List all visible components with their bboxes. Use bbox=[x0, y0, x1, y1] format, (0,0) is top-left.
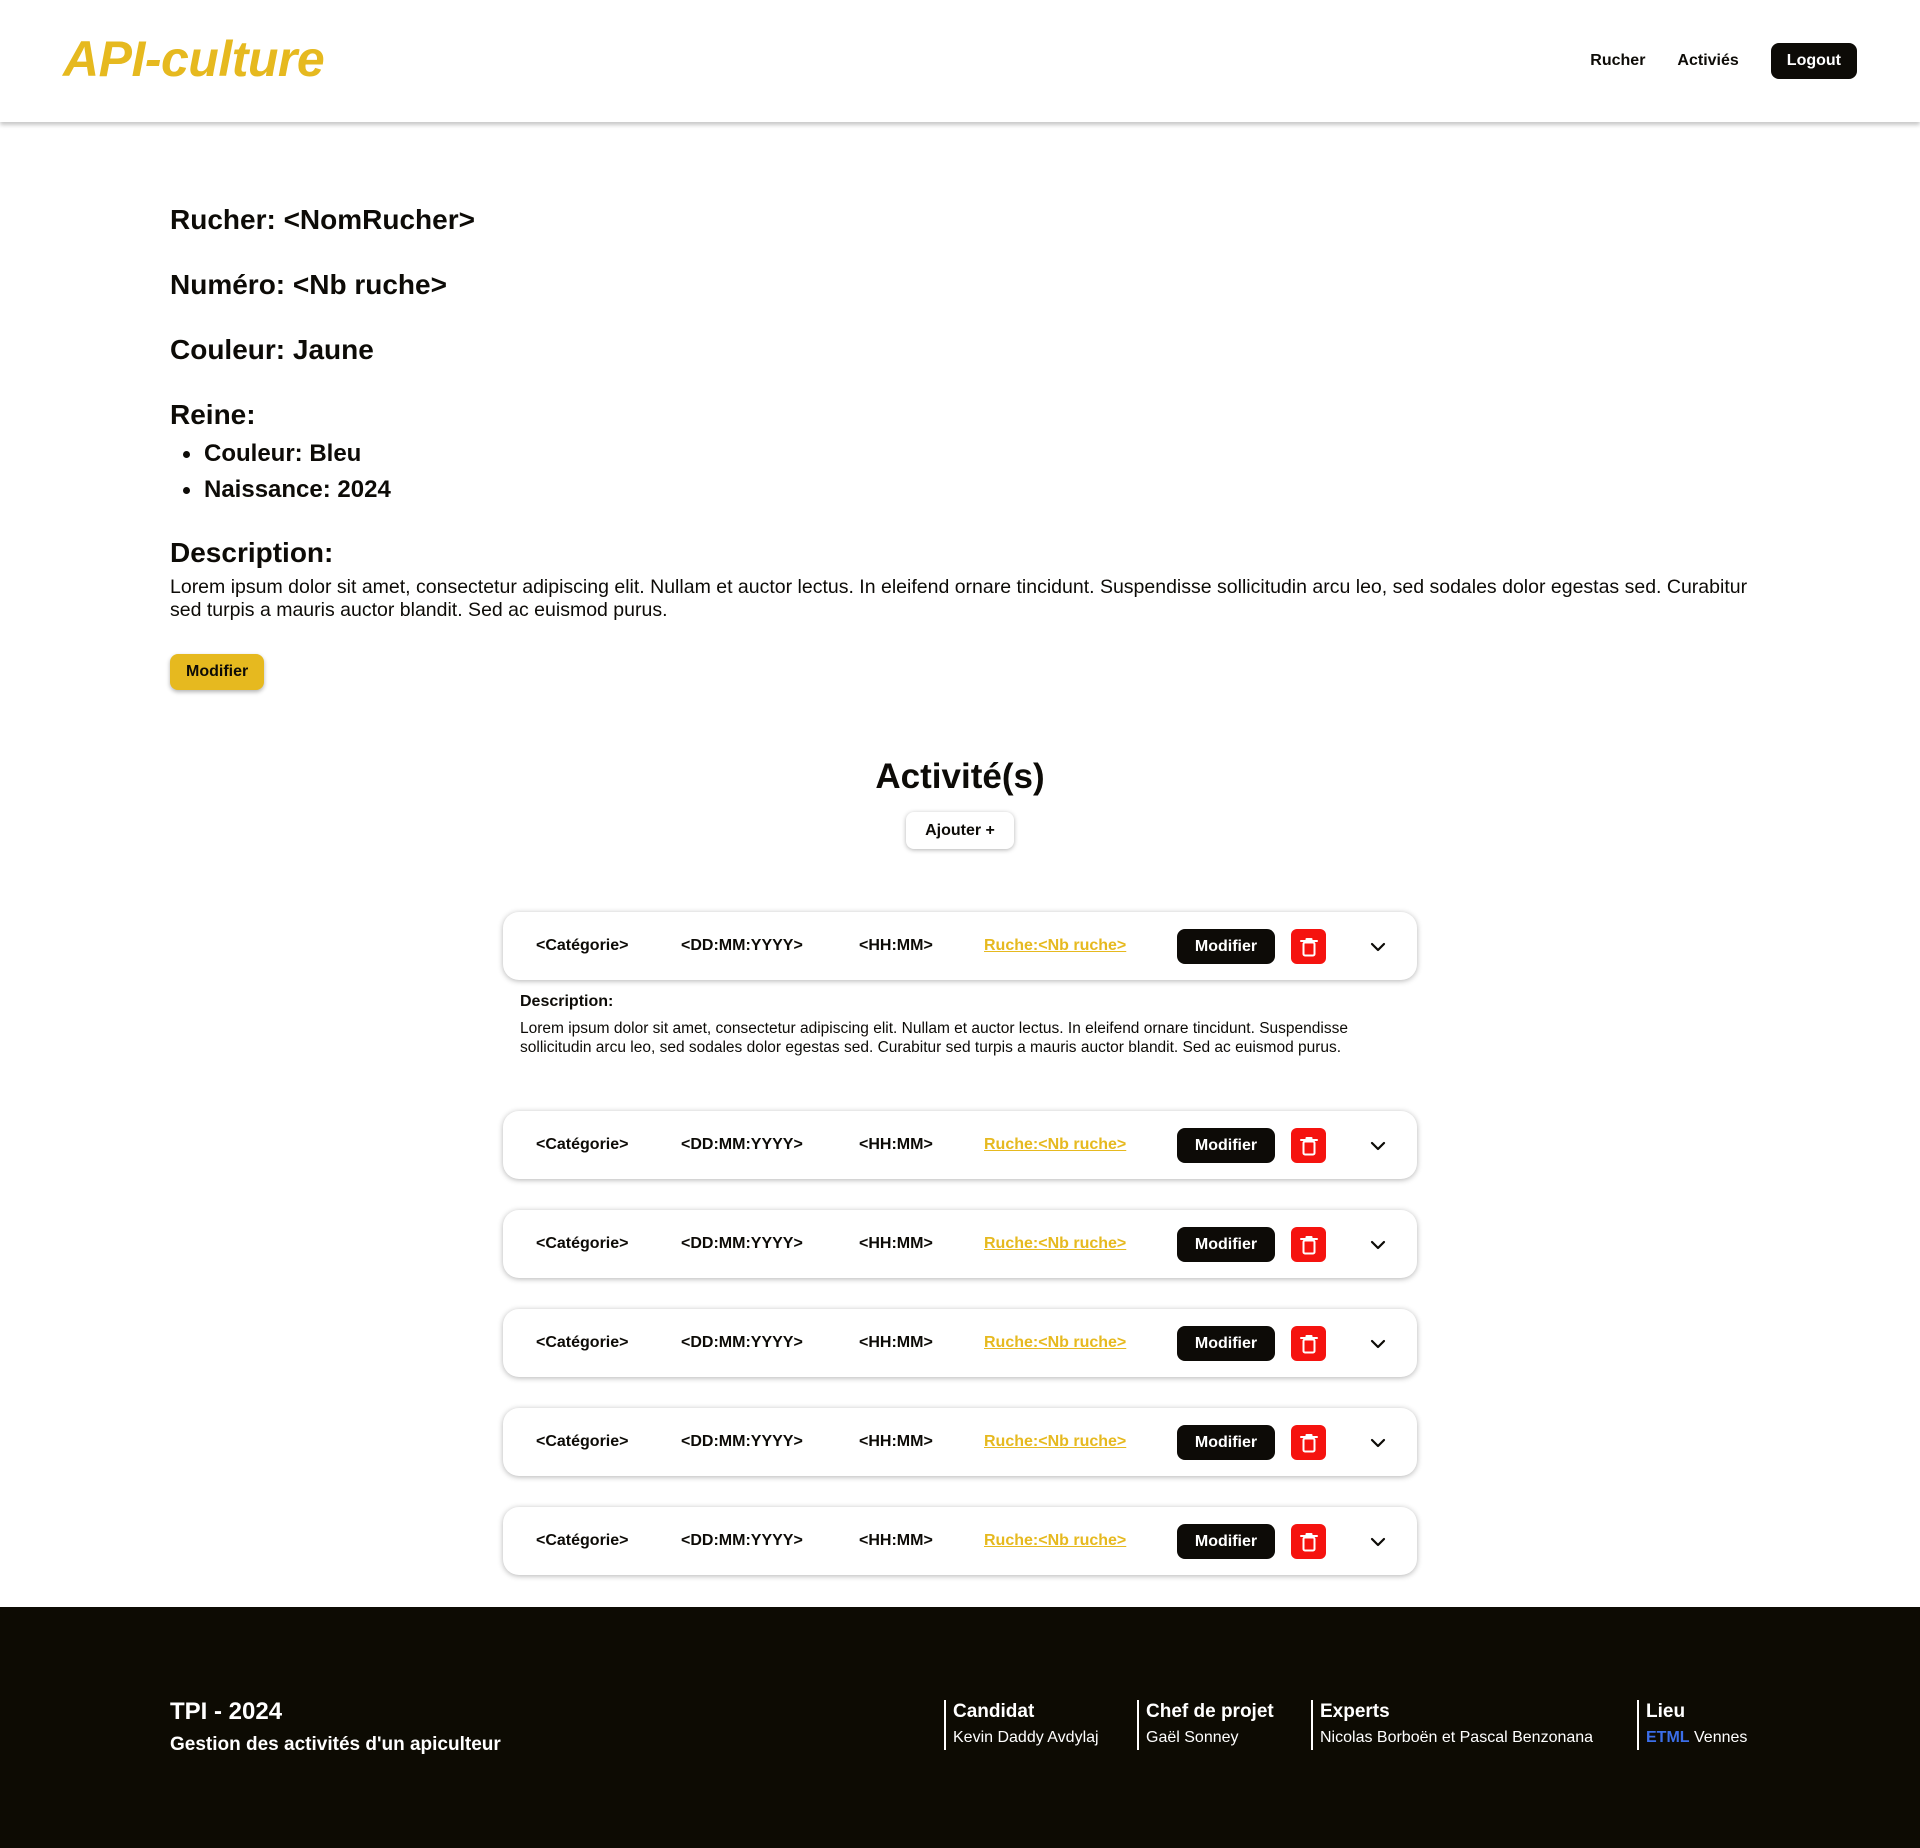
delete-activity-button[interactable] bbox=[1291, 1326, 1326, 1361]
footer-title: TPI - 2024 bbox=[170, 1698, 283, 1725]
main-nav: Rucher Activiés Logout bbox=[1590, 43, 1857, 79]
bullet-icon bbox=[183, 450, 190, 458]
trash-icon bbox=[1299, 1532, 1318, 1551]
footer-lieu: Lieu ETML Vennes bbox=[1637, 1700, 1747, 1750]
queen-title: Reine: bbox=[170, 399, 256, 430]
edit-hive-button[interactable]: Modifier bbox=[170, 654, 265, 690]
edit-activity-button[interactable]: Modifier bbox=[1177, 929, 1275, 964]
delete-activity-button[interactable] bbox=[1291, 1524, 1326, 1559]
hive-number: Numéro: <Nb ruche> bbox=[170, 269, 447, 300]
trash-icon bbox=[1299, 1235, 1318, 1254]
activity-category: <Catégorie> bbox=[536, 1433, 629, 1450]
edit-activity-button[interactable]: Modifier bbox=[1177, 1227, 1275, 1262]
trash-icon bbox=[1299, 1433, 1318, 1452]
chevron-down-icon[interactable] bbox=[1369, 1533, 1387, 1551]
queen-birth: Naissance: 2024 bbox=[183, 472, 1770, 508]
activities-title: Activité(s) bbox=[875, 757, 1045, 796]
edit-activity-button[interactable]: Modifier bbox=[1177, 1524, 1275, 1559]
queen-color: Couleur: Bleu bbox=[183, 436, 1770, 472]
activity-category: <Catégorie> bbox=[536, 937, 629, 954]
nav-activites[interactable]: Activiés bbox=[1677, 52, 1738, 70]
nav-rucher[interactable]: Rucher bbox=[1590, 52, 1645, 70]
activity-description: Description: Lorem ipsum dolor sit amet,… bbox=[520, 993, 1400, 1057]
edit-activity-button[interactable]: Modifier bbox=[1177, 1425, 1275, 1460]
delete-activity-button[interactable] bbox=[1291, 929, 1326, 964]
activity-date: <DD:MM:YYYY> bbox=[681, 937, 803, 954]
hive-description: Lorem ipsum dolor sit amet, consectetur … bbox=[170, 576, 1748, 621]
activity-category: <Catégorie> bbox=[536, 1334, 629, 1351]
chevron-down-icon[interactable] bbox=[1369, 1335, 1387, 1353]
activity-time: <HH:MM> bbox=[859, 1235, 933, 1252]
activity-card: <Catégorie> <DD:MM:YYYY> <HH:MM> Ruche:<Nb … bbox=[503, 1210, 1417, 1278]
activity-category: <Catégorie> bbox=[536, 1235, 629, 1252]
logo[interactable]: API-culture bbox=[63, 30, 325, 88]
footer: TPI - 2024 Gestion des activités d'un ap… bbox=[0, 1607, 1920, 1848]
delete-activity-button[interactable] bbox=[1291, 1425, 1326, 1460]
rucher-name: Rucher: <NomRucher> bbox=[170, 204, 475, 235]
activity-card: <Catégorie> <DD:MM:YYYY> <HH:MM> Ruche:<Nb … bbox=[503, 1309, 1417, 1377]
activity-time: <HH:MM> bbox=[859, 937, 933, 954]
logout-button[interactable]: Logout bbox=[1770, 43, 1857, 79]
activity-description-label: Description: bbox=[520, 993, 614, 1010]
activity-date: <DD:MM:YYYY> bbox=[681, 1334, 803, 1351]
edit-activity-button[interactable]: Modifier bbox=[1177, 1326, 1275, 1361]
activity-card: <Catégorie> <DD:MM:YYYY> <HH:MM> Ruche:<Nb … bbox=[503, 1408, 1417, 1476]
chevron-down-icon[interactable] bbox=[1369, 1236, 1387, 1254]
activity-date: <DD:MM:YYYY> bbox=[681, 1532, 803, 1549]
hive-color: Couleur: Jaune bbox=[170, 334, 374, 365]
trash-icon bbox=[1299, 937, 1318, 956]
activity-description-text: Lorem ipsum dolor sit amet, consectetur … bbox=[520, 1020, 1348, 1056]
activity-date: <DD:MM:YYYY> bbox=[681, 1433, 803, 1450]
activity-time: <HH:MM> bbox=[859, 1532, 933, 1549]
chevron-down-icon[interactable] bbox=[1369, 938, 1387, 956]
activity-time: <HH:MM> bbox=[859, 1136, 933, 1153]
bullet-icon bbox=[183, 486, 190, 494]
add-activity-button[interactable]: Ajouter + bbox=[906, 812, 1014, 849]
activity-card: <Catégorie> <DD:MM:YYYY> <HH:MM> Ruche:<Nb … bbox=[503, 1507, 1417, 1575]
header: API-culture Rucher Activiés Logout bbox=[0, 0, 1920, 122]
trash-icon bbox=[1299, 1334, 1318, 1353]
activity-time: <HH:MM> bbox=[859, 1334, 933, 1351]
activity-category: <Catégorie> bbox=[536, 1136, 629, 1153]
activity-hive-link[interactable]: Ruche:<Nb ruche> bbox=[984, 1433, 1126, 1451]
hive-info: Rucher: <NomRucher> Numéro: <Nb ruche> C… bbox=[170, 205, 1770, 690]
chevron-down-icon[interactable] bbox=[1369, 1434, 1387, 1452]
delete-activity-button[interactable] bbox=[1291, 1128, 1326, 1163]
delete-activity-button[interactable] bbox=[1291, 1227, 1326, 1262]
trash-icon bbox=[1299, 1136, 1318, 1155]
activity-date: <DD:MM:YYYY> bbox=[681, 1136, 803, 1153]
edit-activity-button[interactable]: Modifier bbox=[1177, 1128, 1275, 1163]
activity-hive-link[interactable]: Ruche:<Nb ruche> bbox=[984, 1532, 1126, 1550]
activity-date: <DD:MM:YYYY> bbox=[681, 1235, 803, 1252]
description-title: Description: bbox=[170, 537, 334, 568]
footer-chef-projet: Chef de projet Gaël Sonney bbox=[1137, 1700, 1274, 1750]
activity-time: <HH:MM> bbox=[859, 1433, 933, 1450]
activity-hive-link[interactable]: Ruche:<Nb ruche> bbox=[984, 1235, 1126, 1253]
queen-details: Couleur: Bleu Naissance: 2024 bbox=[183, 436, 1770, 508]
activity-category: <Catégorie> bbox=[536, 1532, 629, 1549]
activity-hive-link[interactable]: Ruche:<Nb ruche> bbox=[984, 1334, 1126, 1352]
activity-card: <Catégorie> <DD:MM:YYYY> <HH:MM> Ruche:<Nb … bbox=[503, 1111, 1417, 1179]
chevron-down-icon[interactable] bbox=[1369, 1137, 1387, 1155]
activity-hive-link[interactable]: Ruche:<Nb ruche> bbox=[984, 937, 1126, 955]
activity-hive-link[interactable]: Ruche:<Nb ruche> bbox=[984, 1136, 1126, 1154]
footer-experts: Experts Nicolas Borboën et Pascal Benzon… bbox=[1311, 1700, 1593, 1750]
school-link[interactable]: ETML bbox=[1646, 1729, 1690, 1746]
footer-candidat: Candidat Kevin Daddy Avdylaj bbox=[944, 1700, 1099, 1750]
footer-subtitle: Gestion des activités d'un apiculteur bbox=[170, 1734, 501, 1755]
activity-card: <Catégorie> <DD:MM:YYYY> <HH:MM> Ruche:<Nb … bbox=[503, 912, 1417, 980]
